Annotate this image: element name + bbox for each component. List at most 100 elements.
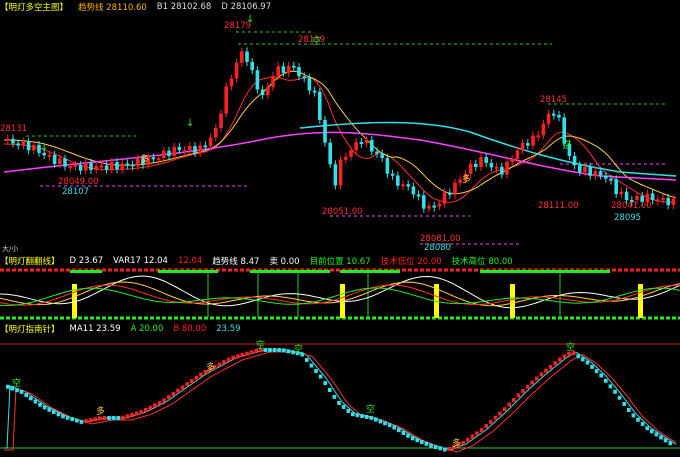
guide-block [360,414,364,419]
candle-body [203,145,208,148]
price-label: 28041.00 [611,201,652,211]
osc-readout: 12.04 [177,256,203,266]
arrow-down-icon: ↓ [186,118,194,129]
guide-block [84,419,88,424]
guide-block [139,410,143,415]
corner-label: 大/小 [2,245,19,253]
guide-block [525,384,530,389]
guide-block [245,351,249,356]
guide-block [387,423,392,428]
guide-block [199,372,203,377]
candle-body [198,145,202,153]
candle-body [385,157,390,174]
guide-block [79,419,84,424]
oscillator-title[interactable]: 【明灯翻翻线】 [0,255,60,267]
candle-body [505,161,509,175]
signal-label: 多 [140,153,149,165]
guide-block [420,440,424,444]
guide-block [613,389,617,394]
candle-body [63,158,67,167]
guide-readout: B 80.00 [173,324,207,334]
oscillator-pane[interactable]: 【明灯翻翻线】 D 23.67 VAR17 12.04 12.04 趋势线 8.47 卖… [0,254,680,322]
guide-block [622,401,626,406]
guide-chart[interactable]: 空多多空 空空多空 [0,322,680,454]
candle-body [510,158,514,162]
price-label: 28051.00 [322,207,363,217]
guide-block [268,348,272,352]
candle-body [167,150,171,157]
candle-body [661,197,665,200]
guide-block [406,433,410,438]
guide-block [608,384,613,389]
candle-body [375,151,379,154]
candle-body [624,191,629,201]
candle-body [359,142,364,145]
guide-block [636,417,640,422]
candle-body [52,154,57,165]
candle-body [520,143,525,151]
guide-block [535,376,539,381]
candle-body [84,163,88,171]
guide-block [562,354,567,359]
guide-block [627,408,631,412]
guide-pane[interactable]: 空多多空空空多空 【明灯指南针】 MA11 23.59 A 20.00 B 80.0… [0,322,680,454]
guide-title[interactable]: 【明灯指南针】 [0,323,60,335]
signal-label: 多 [462,173,471,185]
candle-body [494,166,499,169]
candle-body [354,142,358,151]
main-candlestick-chart[interactable]: 28179281392813128107280952808028051.0028… [0,0,680,254]
candle-body [583,166,587,173]
candle-body [401,184,405,187]
guide-block [576,354,580,359]
candle-body [21,141,26,146]
candle-body [468,163,473,175]
guide-block [539,372,544,377]
guide-block [305,358,309,362]
main-chart-title[interactable]: 【明灯多空主图】 [0,1,68,13]
guide-readout: MA11 23.59 [69,324,121,334]
guide-signal-label: 多 [96,405,105,417]
band-segment [250,270,330,273]
candle-body [323,119,327,143]
candle-body [390,173,395,176]
candle-body [609,178,613,181]
guide-block [194,375,199,380]
guide-block [351,412,355,417]
guide-block [438,446,442,451]
candle-body [572,155,577,166]
guide-block [42,405,47,410]
guide-block [111,416,116,420]
candle-body [245,51,249,62]
candle-body [151,157,156,160]
b1-value: 28102.68 [170,2,212,12]
candle-body [307,77,312,91]
candle-body [474,163,478,167]
price-label: 28081.00 [420,234,461,244]
candle-body [234,62,239,79]
candle-body [416,194,421,197]
candle-body [562,117,566,144]
candle-body [224,86,228,114]
main-chart-pane[interactable]: 28179 28139 28131 28107 28095 28080 28051.00 28… [0,0,680,254]
candle-body [120,163,124,170]
guide-block [475,431,479,436]
guide-block [650,429,654,434]
guide-block [516,393,521,398]
d-value: 28106.97 [230,2,272,12]
candle-body [172,146,176,157]
guide-block [337,401,341,406]
guide-block [70,417,74,422]
candle-body [344,156,348,160]
guide-readout: A 20.00 [130,324,164,334]
guide-block [558,357,562,362]
candle-body [448,192,452,195]
guide-block [502,407,507,412]
candle-body [442,192,447,204]
guide-block [323,381,327,386]
candle-body [536,135,540,138]
osc-readout: 目前位置 10.67 [309,257,371,267]
d-label: D [221,2,228,12]
candle-body [619,191,624,195]
guide-block [429,443,433,448]
guide-block [240,352,245,357]
